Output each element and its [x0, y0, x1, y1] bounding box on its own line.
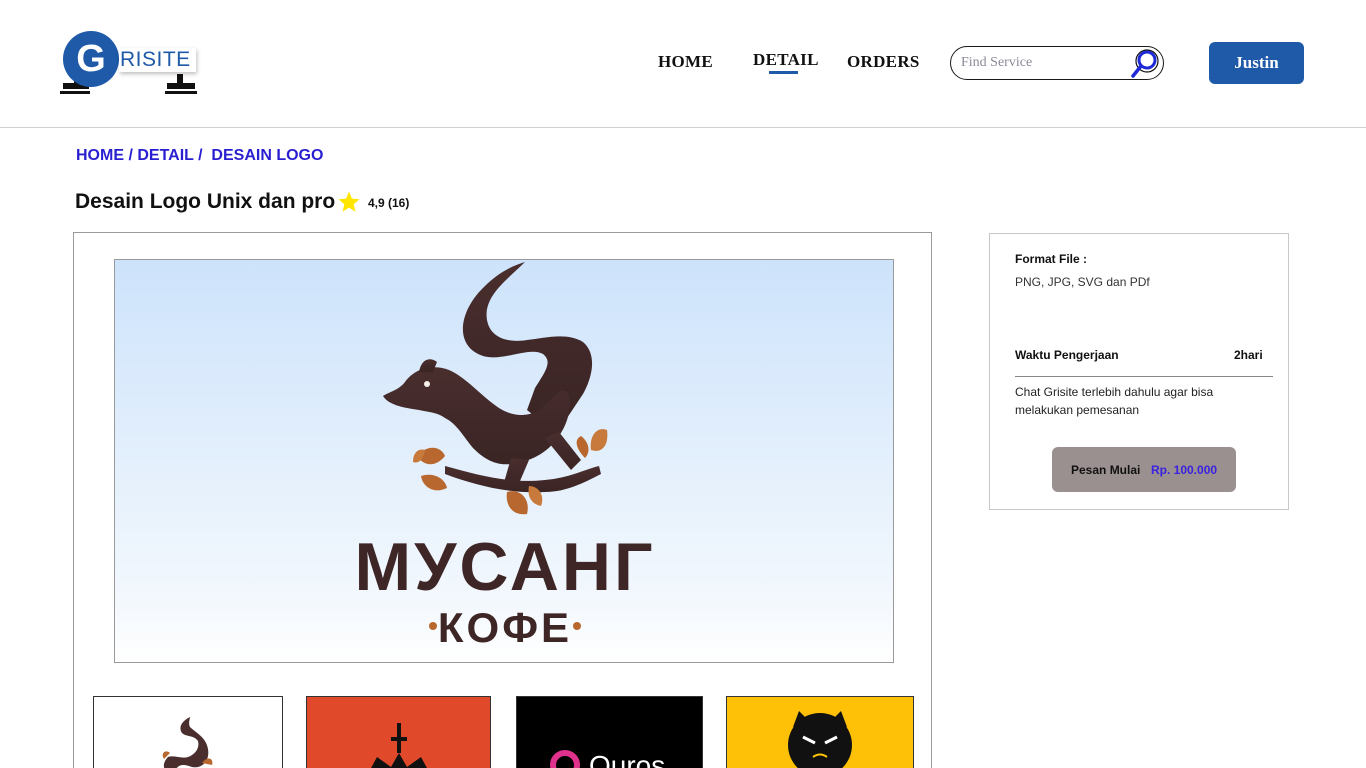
breadcrumb-separator: / [193, 147, 212, 164]
thumbnail-2[interactable] [306, 696, 491, 768]
logo-text: RISITE [119, 48, 196, 72]
delivery-time-value: 2hari [1234, 348, 1263, 362]
main-product-image[interactable]: МУСАНГ КОФЕ [114, 259, 894, 663]
order-button[interactable]: Pesan Mulai Rp. 100.000 [1052, 447, 1236, 492]
mongoose-logo-illustration: МУСАНГ КОФЕ [354, 262, 655, 651]
page-title: Desain Logo Unix dan pro [75, 190, 336, 213]
panel-divider [1015, 376, 1273, 377]
thumbnail-1[interactable] [93, 696, 283, 768]
quros-thumb-icon: Quros [550, 750, 665, 768]
note-line-2: melakukan pemesanan [1015, 403, 1140, 417]
order-button-label: Pesan Mulai [1071, 463, 1141, 477]
grisite-logo[interactable]: G RISITE [60, 30, 200, 100]
order-price: Rp. 100.000 [1151, 463, 1218, 477]
breadcrumb-separator: / [124, 147, 138, 164]
sword-emblem-thumb-icon [371, 723, 427, 768]
header: G RISITE HOME DETAIL ORDERS Justin [0, 0, 1366, 128]
thumbnail-3[interactable]: Quros [516, 696, 703, 768]
thumbnail-4[interactable] [726, 696, 914, 768]
user-account-button[interactable]: Justin [1209, 42, 1304, 84]
note-line-1: Chat Grisite terlebih dahulu agar bisa [1015, 385, 1214, 399]
logo-text-line1: МУСАНГ [354, 529, 655, 605]
breadcrumb-detail[interactable]: DETAIL [137, 147, 193, 164]
search-icon [1131, 49, 1159, 78]
nav-active-indicator [769, 71, 798, 74]
mongoose-thumb-icon [162, 717, 213, 768]
quros-thumb-text: Quros [589, 750, 665, 768]
search-box [950, 46, 1164, 80]
format-label: Format File : [1015, 252, 1088, 266]
format-value: PNG, JPG, SVG dan PDf [1015, 275, 1150, 289]
search-input[interactable] [961, 52, 1131, 74]
order-panel: Format File : PNG, JPG, SVG dan PDf Wakt… [989, 233, 1289, 510]
rating-value: 4,9 (16) [368, 196, 410, 210]
star-icon [338, 191, 360, 212]
search-button[interactable] [1129, 47, 1163, 79]
nav-detail[interactable]: DETAIL [753, 50, 819, 70]
breadcrumb-home[interactable]: HOME [76, 147, 124, 164]
logo-circle: G [63, 31, 119, 87]
delivery-time-label: Waktu Pengerjaan [1015, 348, 1119, 362]
cat-thumb-icon [788, 711, 852, 768]
breadcrumb: HOME / DETAIL / DESAIN LOGO [76, 147, 323, 165]
logo-text-line2: КОФЕ [438, 604, 572, 651]
nav-home[interactable]: HOME [658, 52, 713, 72]
breadcrumb-current[interactable]: DESAIN LOGO [211, 147, 323, 164]
nav-orders[interactable]: ORDERS [847, 52, 920, 72]
product-gallery: МУСАНГ КОФЕ Quros [73, 232, 932, 768]
